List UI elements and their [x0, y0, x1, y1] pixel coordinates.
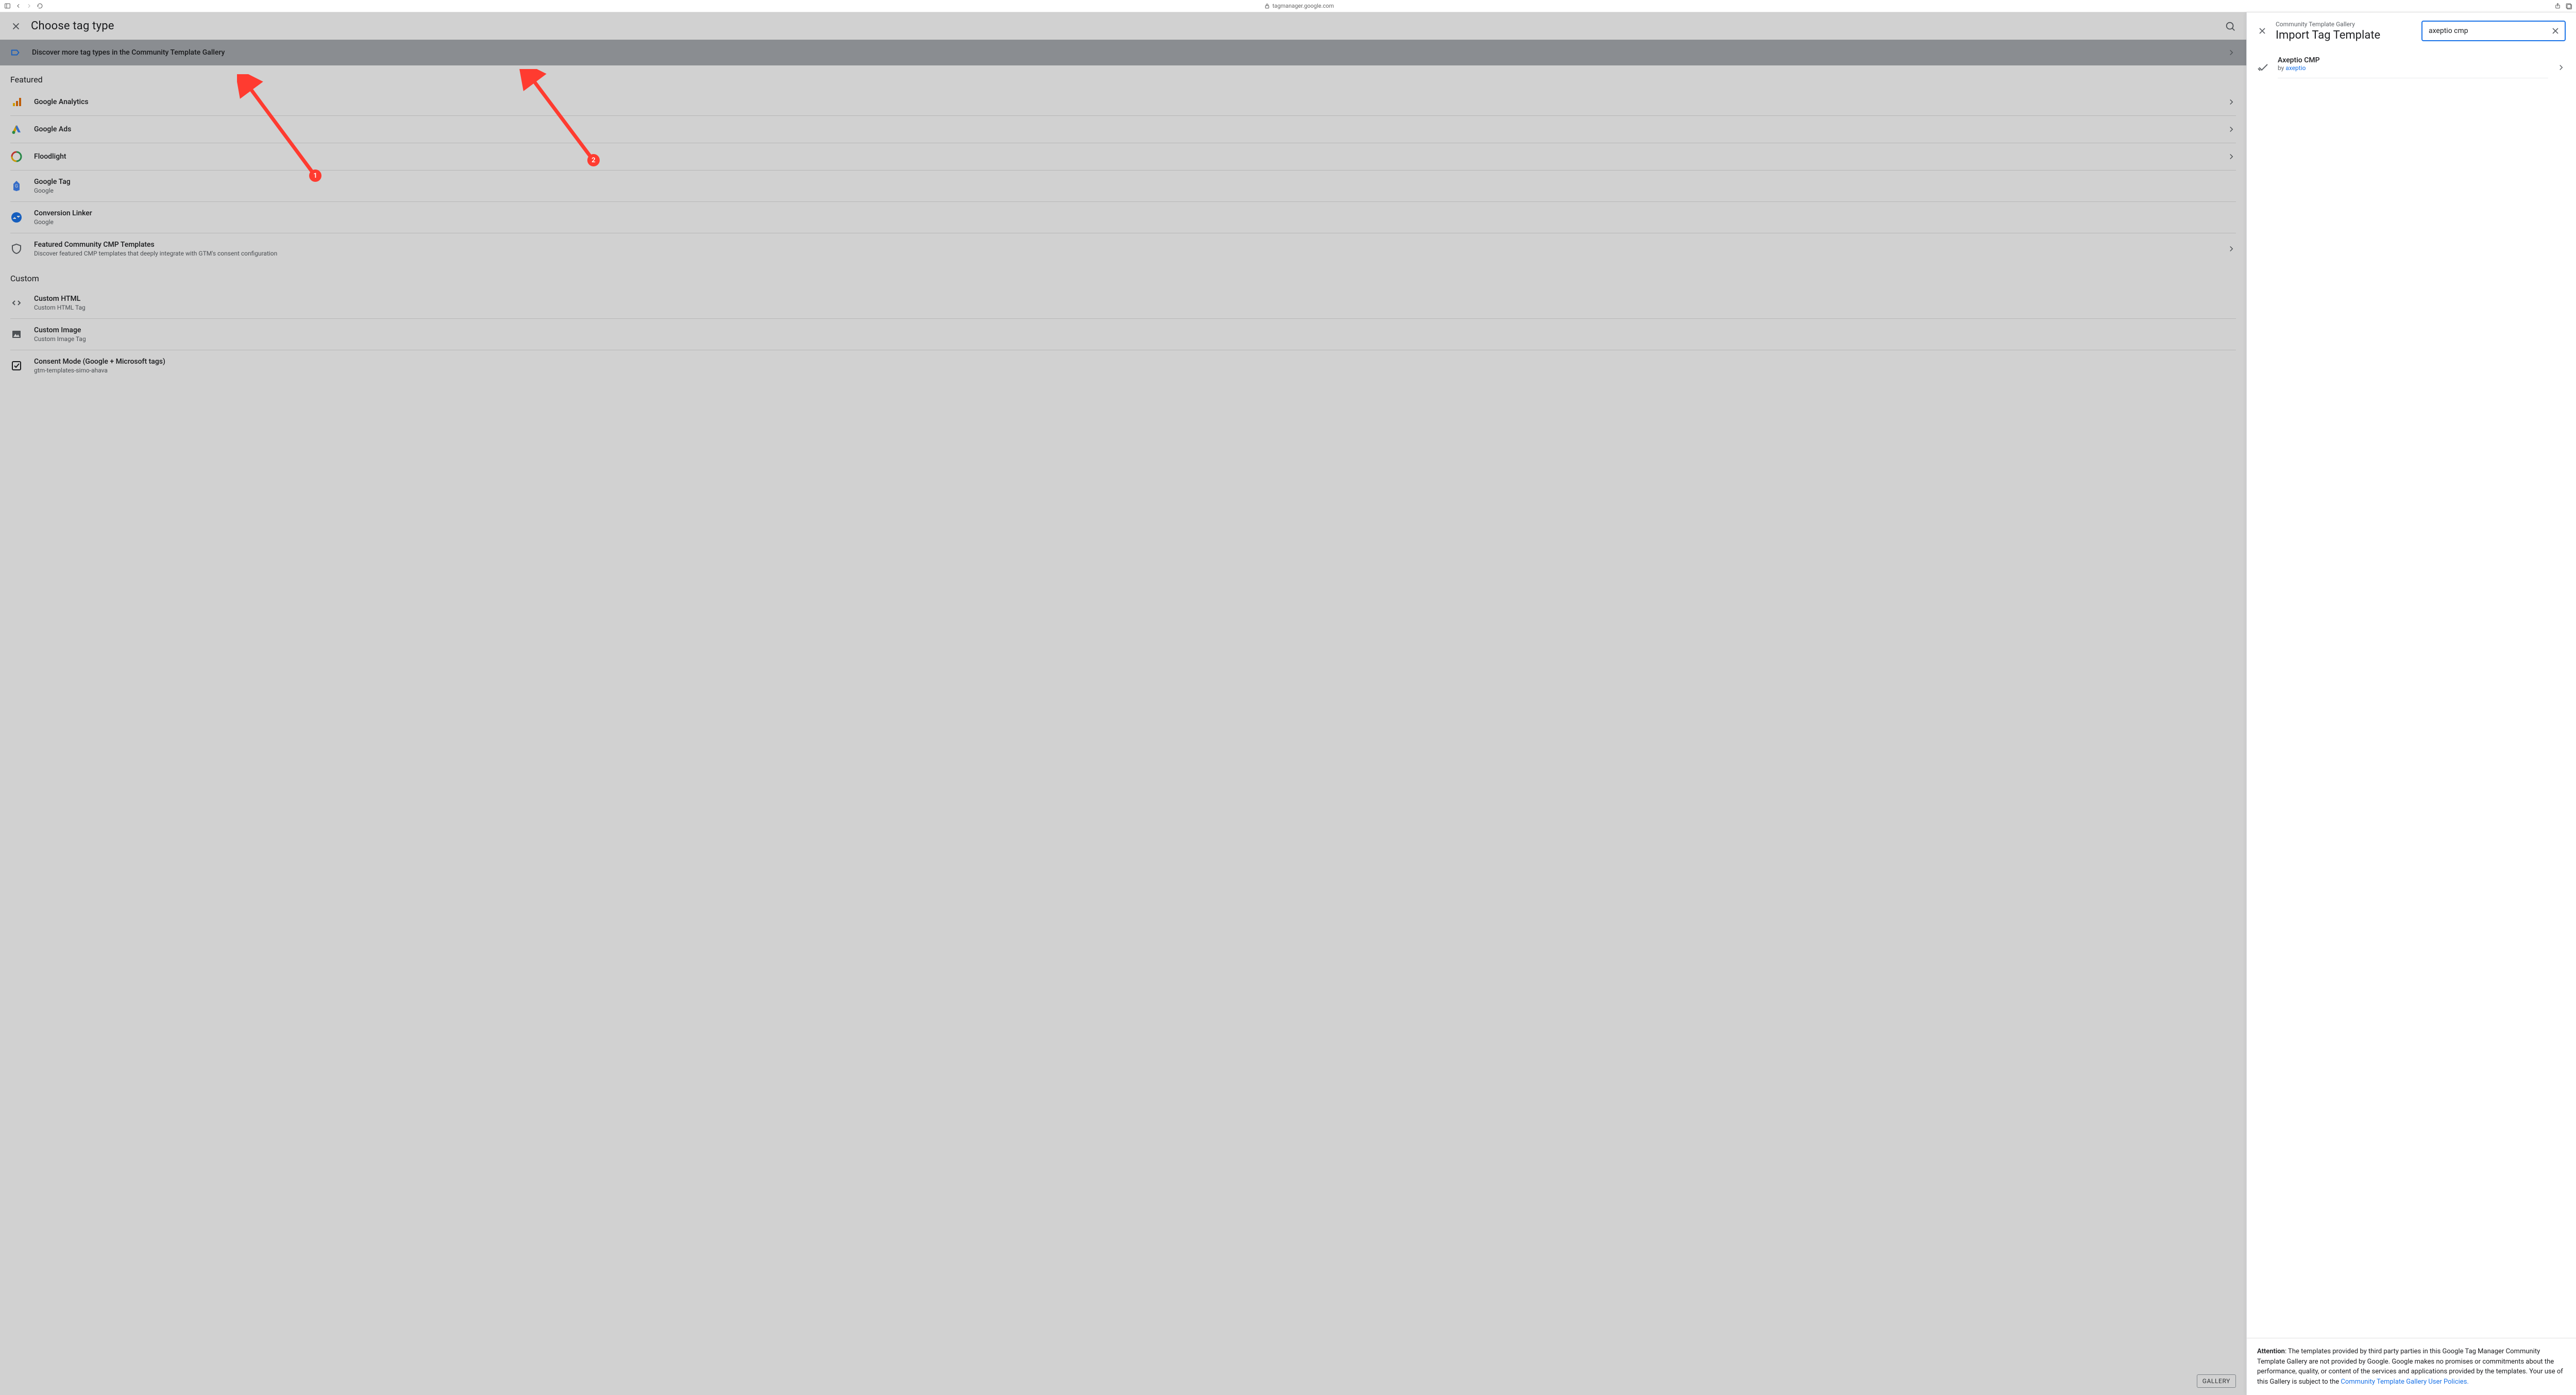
checkbox-icon — [10, 360, 23, 372]
tag-row-consent-mode[interactable]: Consent Mode (Google + Microsoft tags)gt… — [10, 350, 2236, 381]
analytics-icon — [10, 96, 23, 108]
attention-footer: Attention: The templates provided by thi… — [2247, 1338, 2576, 1395]
svg-text:G: G — [15, 184, 18, 189]
share-icon[interactable] — [2554, 3, 2561, 9]
tag-row-google-analytics[interactable]: Google Analytics — [10, 89, 2236, 116]
gallery-button[interactable]: GALLERY — [2197, 1374, 2236, 1388]
row-title: Custom HTML — [34, 295, 2236, 303]
discover-community-gallery-banner[interactable]: Discover more tag types in the Community… — [0, 40, 2246, 65]
footer-bold: Attention — [2257, 1348, 2285, 1355]
panel-title: Import Tag Template — [2276, 29, 2413, 42]
row-sub: Google — [34, 187, 2236, 194]
ads-icon — [10, 123, 23, 135]
tag-row-google-tag[interactable]: G Google TagGoogle — [10, 171, 2236, 202]
section-featured: Featured — [0, 65, 2246, 89]
close-icon[interactable] — [10, 21, 22, 32]
result-axeptio-cmp[interactable]: Axeptio CMP by axeptio — [2247, 49, 2576, 86]
author-link[interactable]: axeptio — [2285, 64, 2306, 72]
row-sub: Discover featured CMP templates that dee… — [34, 250, 2215, 257]
lock-icon — [1264, 3, 1270, 9]
chevron-right-icon — [2227, 97, 2236, 107]
result-title: Axeptio CMP — [2278, 56, 2548, 64]
verified-icon — [2257, 61, 2269, 74]
search-input[interactable] — [2429, 27, 2550, 35]
choose-tag-panel: Choose tag type Discover more tag types … — [0, 12, 2246, 1395]
code-icon — [10, 297, 23, 309]
chevron-right-icon — [2556, 63, 2566, 72]
panel-title: Choose tag type — [31, 20, 2215, 32]
chevron-right-icon — [2227, 125, 2236, 134]
row-sub: Custom HTML Tag — [34, 304, 2236, 311]
row-title: Google Ads — [34, 125, 2215, 133]
row-title: Consent Mode (Google + Microsoft tags) — [34, 358, 2236, 366]
search-icon[interactable] — [2225, 21, 2236, 32]
row-sub: gtm-templates-simo-ahava — [34, 367, 2236, 374]
row-title: Google Analytics — [34, 98, 2215, 106]
row-sub: Google — [34, 218, 2236, 226]
tag-icon — [10, 47, 22, 58]
banner-text: Discover more tag types in the Community… — [32, 48, 2216, 57]
import-template-panel: Community Template Gallery Import Tag Te… — [2246, 12, 2576, 1395]
sidebar-toggle-icon[interactable] — [4, 3, 11, 9]
row-title: Floodlight — [34, 152, 2215, 161]
chevron-right-icon — [2227, 244, 2236, 253]
tag-row-custom-image[interactable]: Custom ImageCustom Image Tag — [10, 319, 2236, 350]
row-title: Google Tag — [34, 178, 2236, 186]
row-sub: Custom Image Tag — [34, 335, 2236, 343]
image-icon — [10, 328, 23, 341]
clear-icon[interactable] — [2550, 26, 2561, 36]
section-custom: Custom — [0, 264, 2246, 287]
search-input-wrapper[interactable] — [2421, 21, 2566, 41]
google-tag-icon: G — [10, 180, 23, 192]
url-text: tagmanager.google.com — [1273, 3, 1334, 9]
row-title: Custom Image — [34, 326, 2236, 334]
chevron-right-icon — [2227, 48, 2236, 57]
tag-row-google-ads[interactable]: Google Ads — [10, 116, 2236, 143]
url-bar[interactable]: tagmanager.google.com — [47, 3, 2550, 9]
footer-policy-link[interactable]: Community Template Gallery User Policies… — [2341, 1378, 2468, 1386]
tag-row-custom-html[interactable]: Custom HTMLCustom HTML Tag — [10, 287, 2236, 319]
reload-icon[interactable] — [37, 3, 43, 9]
browser-toolbar: tagmanager.google.com — [0, 0, 2576, 12]
conversion-linker-icon — [10, 211, 23, 224]
tag-row-floodlight[interactable]: Floodlight — [10, 143, 2236, 171]
row-title: Featured Community CMP Templates — [34, 241, 2215, 249]
breadcrumb: Community Template Gallery — [2276, 21, 2413, 28]
forward-icon[interactable] — [26, 3, 32, 9]
close-icon[interactable] — [2257, 26, 2267, 36]
chevron-right-icon — [2227, 152, 2236, 161]
shield-icon — [10, 243, 23, 255]
back-icon[interactable] — [15, 3, 22, 9]
tag-row-conversion-linker[interactable]: Conversion LinkerGoogle — [10, 202, 2236, 233]
tabs-icon[interactable] — [2565, 3, 2572, 9]
tag-row-featured-cmp[interactable]: Featured Community CMP TemplatesDiscover… — [10, 233, 2236, 264]
floodlight-icon — [10, 150, 23, 163]
row-title: Conversion Linker — [34, 209, 2236, 217]
result-author: by axeptio — [2278, 64, 2548, 72]
